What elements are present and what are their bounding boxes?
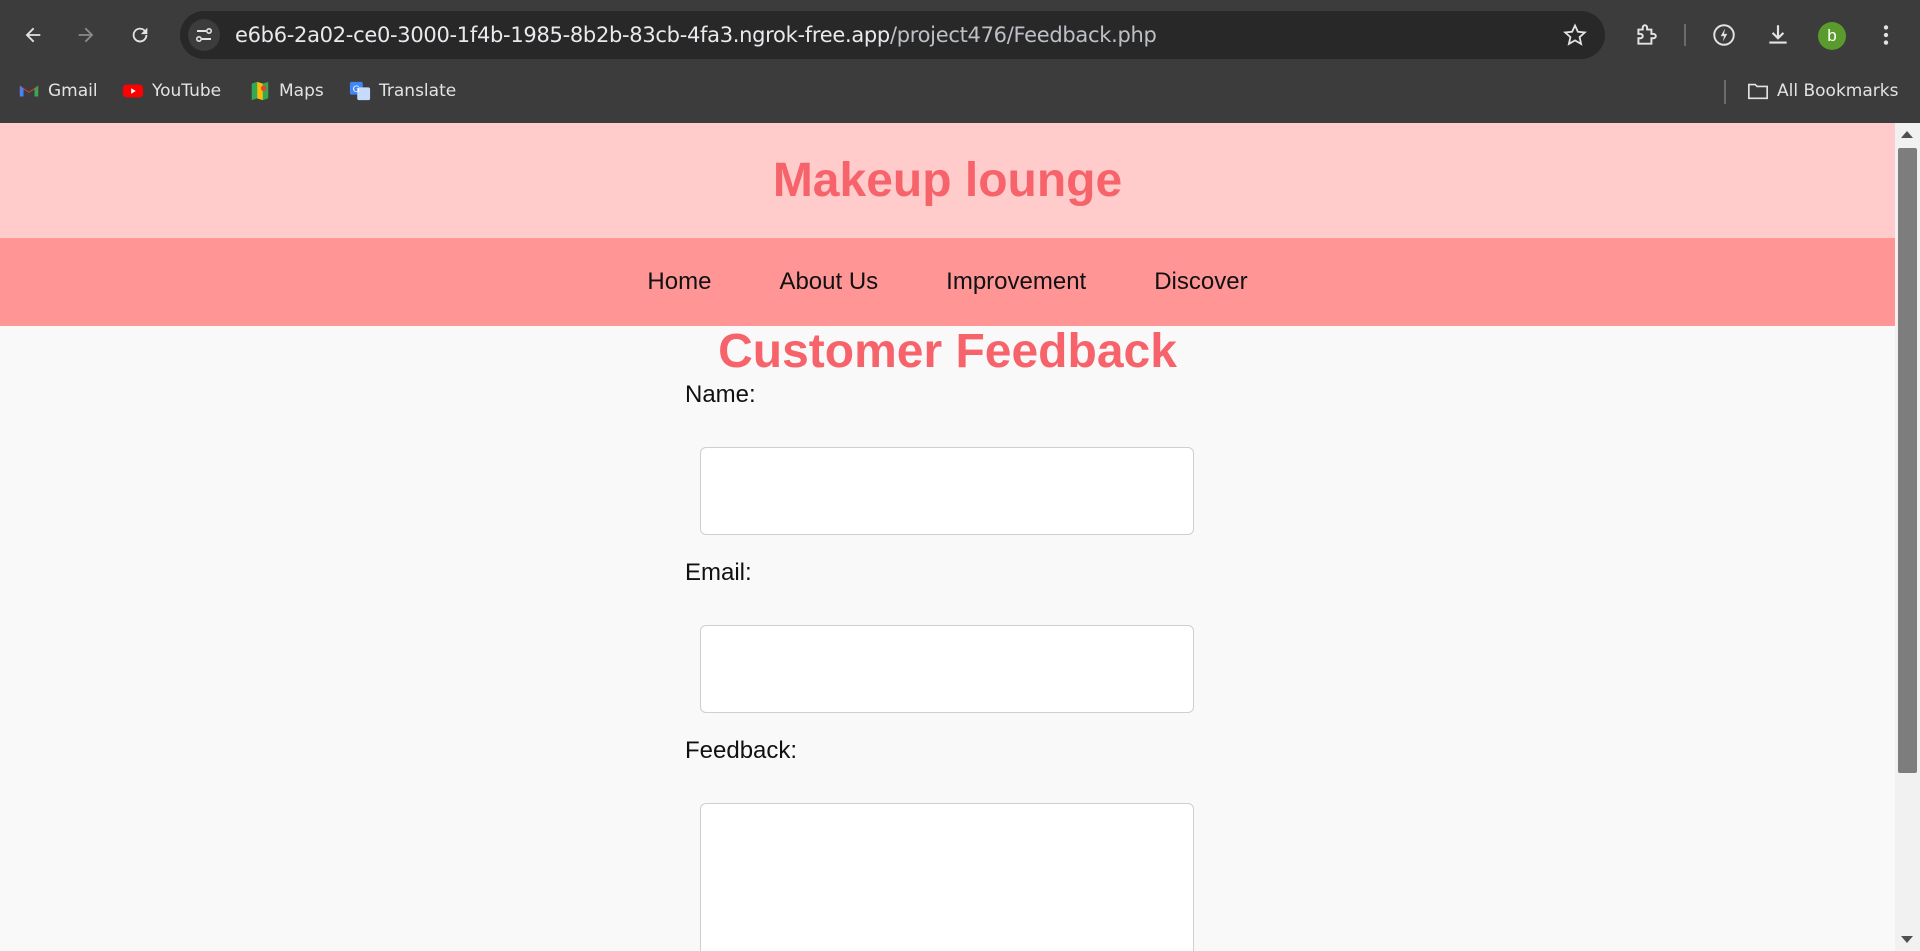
nav-discover[interactable]: Discover: [1154, 268, 1247, 296]
scroll-thumb[interactable]: [1898, 148, 1917, 773]
browser-chrome: e6b6-2a02-ce0-3000-1f4b-1985-8b2b-83cb-4…: [0, 0, 1920, 123]
reload-button[interactable]: [122, 17, 158, 53]
main-nav: Home About Us Improvement Discover: [0, 238, 1895, 326]
all-bookmarks-button[interactable]: All Bookmarks: [1747, 74, 1898, 108]
url-host: e6b6-2a02-ce0-3000-1f4b-1985-8b2b-83cb-4…: [235, 23, 890, 47]
address-bar[interactable]: e6b6-2a02-ce0-3000-1f4b-1985-8b2b-83cb-4…: [180, 11, 1605, 59]
bookmark-gmail[interactable]: Gmail: [18, 74, 98, 108]
download-icon[interactable]: [1764, 21, 1792, 49]
feedback-heading: Customer Feedback: [718, 325, 1177, 378]
bookmark-star-icon[interactable]: [1563, 23, 1587, 47]
performance-icon[interactable]: [1710, 21, 1738, 49]
bookmarks-separator: [1724, 80, 1726, 104]
youtube-icon: [122, 84, 144, 98]
email-input[interactable]: [700, 625, 1194, 713]
feedback-label: Feedback:: [685, 737, 798, 764]
forward-arrow-icon: [78, 27, 94, 43]
back-button[interactable]: [15, 17, 51, 53]
url-text: e6b6-2a02-ce0-3000-1f4b-1985-8b2b-83cb-4…: [235, 11, 1157, 59]
bookmark-maps[interactable]: Maps: [249, 74, 324, 108]
profile-avatar[interactable]: b: [1818, 22, 1846, 50]
bookmark-label: Maps: [279, 81, 324, 101]
menu-kebab-icon[interactable]: [1872, 21, 1900, 49]
email-label: Email:: [685, 559, 752, 586]
name-label: Name:: [685, 381, 756, 408]
svg-text:G: G: [353, 84, 360, 95]
url-path: /project476/Feedback.php: [889, 23, 1157, 47]
scroll-up-icon[interactable]: [1901, 131, 1913, 138]
site-info-icon[interactable]: [188, 19, 220, 51]
bookmarks-bar: Gmail YouTube Maps G Translate All Bookm…: [0, 74, 1920, 108]
bookmark-label: YouTube: [152, 81, 222, 101]
maps-icon: [251, 81, 269, 101]
browser-toolbar: e6b6-2a02-ce0-3000-1f4b-1985-8b2b-83cb-4…: [0, 0, 1920, 70]
toolbar-separator: [1684, 24, 1686, 46]
folder-icon: [1748, 83, 1768, 100]
nav-about-us[interactable]: About Us: [779, 268, 878, 296]
page-scrollbar[interactable]: [1895, 123, 1920, 951]
nav-improvement[interactable]: Improvement: [946, 268, 1086, 296]
reload-icon: [132, 27, 148, 43]
bookmark-label: Translate: [379, 81, 457, 101]
site-header: Makeup lounge: [0, 123, 1895, 238]
feedback-textarea[interactable]: [700, 803, 1194, 951]
gmail-icon: [19, 85, 39, 97]
bookmark-youtube[interactable]: YouTube: [122, 74, 221, 108]
extensions-icon[interactable]: [1632, 21, 1660, 49]
name-input[interactable]: [700, 447, 1194, 535]
bookmark-translate[interactable]: G Translate: [349, 74, 456, 108]
back-arrow-icon: [25, 27, 41, 43]
page-viewport: Makeup lounge Home About Us Improvement …: [0, 123, 1895, 951]
site-title: Makeup lounge: [772, 154, 1123, 207]
forward-button[interactable]: [68, 17, 104, 53]
bookmark-label: Gmail: [48, 81, 98, 101]
all-bookmarks-label: All Bookmarks: [1777, 81, 1899, 101]
nav-home[interactable]: Home: [647, 268, 711, 296]
translate-icon: G: [349, 81, 371, 101]
scroll-down-icon[interactable]: [1901, 936, 1913, 943]
